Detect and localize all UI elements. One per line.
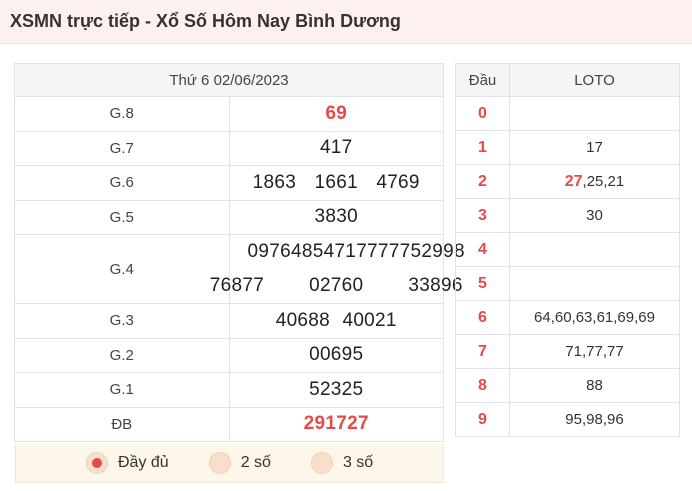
option-label: Đầy đủ xyxy=(118,454,169,471)
loto-row: 1 17 xyxy=(455,130,680,165)
loto-head-digit: 4 xyxy=(455,232,510,267)
loto-row: 8 88 xyxy=(455,368,680,403)
loto-head-digit: 5 xyxy=(455,266,510,301)
loto-values xyxy=(509,266,680,301)
results-table: Thứ 6 02/06/2023 G.8 69 G.7 417 G.6 1863… xyxy=(14,63,465,442)
prize-number: 00695 xyxy=(228,337,444,373)
prize-number: 69 xyxy=(228,96,444,132)
prize-row-g2: G.2 00695 xyxy=(14,337,444,373)
loto-values: 64,60,63,61,69,69 xyxy=(509,300,680,335)
prize-number: 85471 xyxy=(301,241,357,262)
prize-number: 1661 xyxy=(314,171,358,193)
prize-row-g3: G.3 40688 40021 xyxy=(14,303,444,339)
prize-number: 52325 xyxy=(228,372,444,408)
prize-row-g6: G.6 1863 1661 4769 xyxy=(14,165,444,201)
loto-row: 6 64,60,63,61,69,69 xyxy=(455,300,680,335)
loto-head-digit: 6 xyxy=(455,300,510,335)
prize-label: G.8 xyxy=(14,96,230,132)
results-date-row: Thứ 6 02/06/2023 xyxy=(14,63,444,97)
prize-label: G.5 xyxy=(14,199,230,235)
prize-number: 77777 xyxy=(356,241,411,262)
prize-row-special: ĐB 291727 xyxy=(14,406,444,442)
prize-label: G.3 xyxy=(14,303,230,339)
page-title: XSMN trực tiếp - Xổ Số Hôm Nay Bình Dươn… xyxy=(10,11,401,31)
loto-values: 71,77,77 xyxy=(509,334,680,369)
loto-row: 9 95,98,96 xyxy=(455,402,680,437)
loto-head-digit: 1 xyxy=(455,130,510,165)
loto-values xyxy=(509,96,680,131)
option-label: 2 số xyxy=(240,454,271,471)
page-header: XSMN trực tiếp - Xổ Số Hôm Nay Bình Dươn… xyxy=(0,0,692,44)
loto-header-dau: Đầu xyxy=(455,63,510,97)
loto-values: 27,25,21 xyxy=(509,164,680,199)
prize-number: 4769 xyxy=(376,171,420,193)
loto-row: 0 xyxy=(455,96,680,131)
prize-label: G.2 xyxy=(14,337,230,373)
loto-row: 7 71,77,77 xyxy=(455,334,680,369)
radio-icon[interactable] xyxy=(208,452,231,474)
loto-header-loto: LOTO xyxy=(509,63,680,97)
loto-values xyxy=(509,232,680,267)
loto-header-row: Đầu LOTO xyxy=(455,63,680,97)
option-3-digits[interactable]: 3 số xyxy=(310,452,374,474)
prize-number: 09764 xyxy=(247,241,302,262)
prize-row-g7: G.7 417 xyxy=(14,130,444,166)
option-2-digits[interactable]: 2 số xyxy=(208,452,271,474)
loto-head-digit: 0 xyxy=(455,96,510,131)
prize-label: ĐB xyxy=(14,406,230,442)
prize-row-g5: G.5 3830 xyxy=(14,199,444,235)
loto-head-digit: 7 xyxy=(455,334,510,369)
option-label: 3 số xyxy=(342,454,374,471)
loto-row: 4 xyxy=(455,232,680,267)
prize-number: 40021 xyxy=(342,309,397,331)
loto-values: 95,98,96 xyxy=(509,402,680,437)
prize-number: 3830 xyxy=(228,199,444,235)
loto-head-digit: 9 xyxy=(455,402,510,437)
draw-date: Thứ 6 02/06/2023 xyxy=(14,63,444,97)
loto-values: 30 xyxy=(509,198,680,233)
prize-number: 40688 xyxy=(275,309,331,331)
loto-row: 2 27,25,21 xyxy=(455,164,680,199)
loto-values: 17 xyxy=(509,130,680,165)
prize-number: 76877 xyxy=(209,275,265,296)
prize-label: G.1 xyxy=(14,372,230,408)
radio-selected-icon[interactable] xyxy=(86,452,108,474)
option-full[interactable]: Đầy đủ xyxy=(86,452,169,474)
prize-number: 1863 xyxy=(252,171,297,193)
prize-label: G.6 xyxy=(14,165,230,201)
loto-row: 5 xyxy=(455,266,680,301)
loto-head-digit: 2 xyxy=(455,164,510,199)
loto-values: 88 xyxy=(509,368,680,403)
prize-label: G.7 xyxy=(14,130,230,166)
prize-row-g4: G.4 09764 85471 77777 52998 76877 02760 … xyxy=(14,234,465,304)
loto-table: Đầu LOTO 0 1 17 2 27,25,21 3 30 4 5 6 64… xyxy=(455,63,680,437)
prize-row-g1: G.1 52325 xyxy=(14,372,444,408)
loto-head-digit: 3 xyxy=(455,198,510,233)
radio-icon[interactable] xyxy=(310,452,333,474)
prize-row-g8: G.8 69 xyxy=(14,96,444,132)
prize-number: 417 xyxy=(228,130,444,166)
loto-head-digit: 8 xyxy=(455,368,510,403)
loto-row: 3 30 xyxy=(455,198,680,233)
prize-label: G.4 xyxy=(14,234,230,304)
prize-number: 02760 xyxy=(309,275,364,296)
special-prize-number: 291727 xyxy=(228,406,444,442)
display-options: Đầy đủ 2 số 3 số xyxy=(15,444,444,483)
